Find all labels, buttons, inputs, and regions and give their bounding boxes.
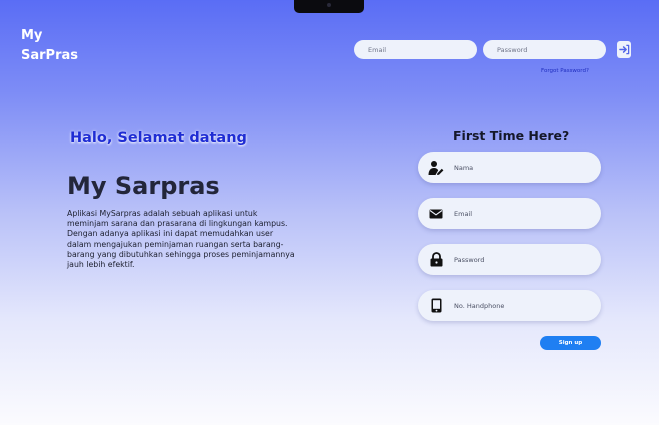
signup-button[interactable]: Sign up: [540, 336, 601, 350]
name-field[interactable]: [418, 152, 601, 183]
phone-field[interactable]: [418, 290, 601, 321]
name-input[interactable]: [454, 160, 589, 175]
camera-notch: [294, 0, 364, 13]
phone-icon: [428, 297, 444, 314]
email-input[interactable]: [454, 206, 589, 221]
brand-line-2: SarPras: [21, 48, 78, 63]
mail-icon: [428, 205, 444, 222]
phone-input[interactable]: [454, 298, 589, 313]
brand-line-1: My: [21, 28, 43, 43]
greeting-heading: Halo, Selamat datang: [70, 130, 247, 146]
signup-heading: First Time Here?: [453, 128, 570, 143]
brand-logo: My SarPras: [21, 26, 78, 66]
app-description: Aplikasi MySarpras adalah sebuah aplikas…: [67, 209, 295, 270]
user-edit-icon: [428, 159, 444, 176]
password-field[interactable]: [418, 244, 601, 275]
forgot-password-link[interactable]: Forgot Password?: [541, 68, 589, 74]
login-password-input[interactable]: [483, 40, 606, 59]
page-title: My Sarpras: [67, 172, 220, 200]
lock-icon: [428, 251, 444, 268]
login-arrow-icon: [618, 44, 629, 55]
login-button[interactable]: [617, 41, 631, 58]
camera-icon: [327, 3, 331, 7]
password-input[interactable]: [454, 252, 589, 267]
login-email-input[interactable]: [354, 40, 477, 59]
email-field[interactable]: [418, 198, 601, 229]
